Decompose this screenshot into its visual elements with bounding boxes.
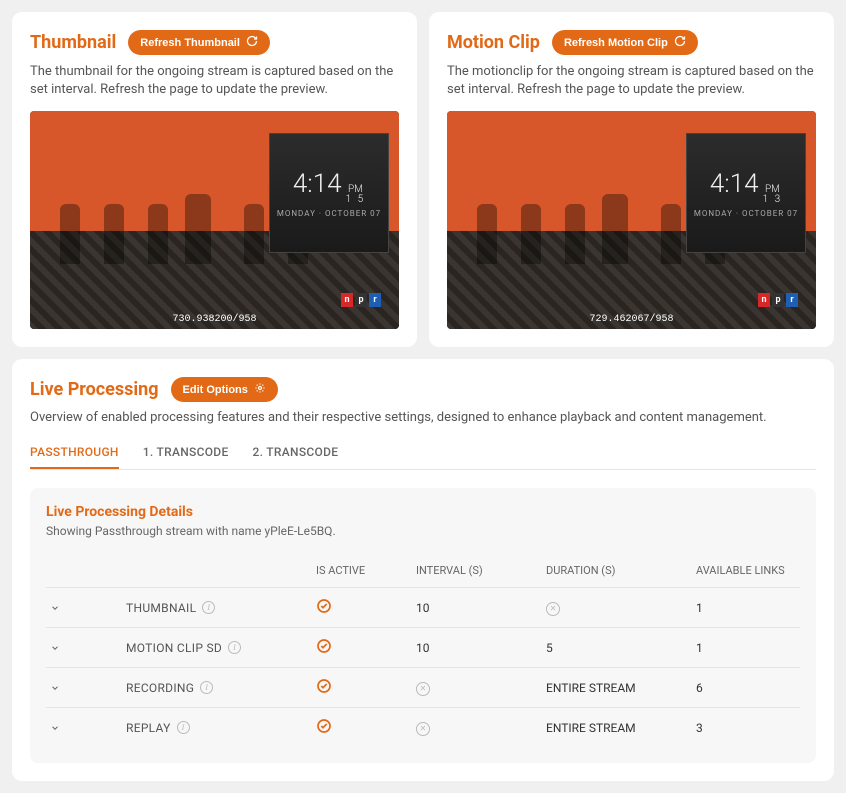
check-icon — [316, 598, 416, 617]
row-name: REPLAY i — [126, 721, 316, 735]
info-icon[interactable]: i — [228, 641, 241, 654]
live-processing-desc: Overview of enabled processing features … — [30, 410, 816, 425]
tab-transcode-2[interactable]: 2. TRANSCODE — [253, 437, 339, 469]
x-icon: ✕ — [416, 722, 430, 736]
motion-clip-card: Motion Clip Refresh Motion Clip The moti… — [429, 12, 834, 347]
check-icon — [316, 678, 416, 697]
chevron-down-icon[interactable] — [46, 639, 64, 657]
thumbnail-title: Thumbnail — [30, 32, 116, 53]
thumbnail-preview: 4:14 PM1 5 Monday · October 07 npr 730.9… — [30, 111, 399, 329]
cell-interval: ✕ — [416, 680, 546, 696]
settings-icon — [254, 382, 266, 397]
x-icon: ✕ — [416, 682, 430, 696]
live-processing-title: Live Processing — [30, 379, 159, 400]
x-icon: ✕ — [546, 602, 560, 616]
info-icon[interactable]: i — [177, 721, 190, 734]
col-links: AVAILABLE LINKS — [696, 564, 800, 577]
edit-options-button[interactable]: Edit Options — [171, 377, 278, 402]
motion-preview: 4:14 PM1 3 Monday · October 07 npr 729.4… — [447, 111, 816, 329]
live-tabs: PASSTHROUGH 1. TRANSCODE 2. TRANSCODE — [30, 437, 816, 470]
table-row: MOTION CLIP SD i 1051 — [46, 627, 800, 667]
motion-desc: The motionclip for the ongoing stream is… — [447, 63, 816, 99]
cell-links: 6 — [696, 681, 800, 695]
live-processing-table: IS ACTIVE INTERVAL (S) DURATION (S) AVAI… — [46, 554, 800, 747]
col-interval: INTERVAL (S) — [416, 564, 546, 577]
chevron-down-icon[interactable] — [46, 679, 64, 697]
tab-transcode-1[interactable]: 1. TRANSCODE — [143, 437, 229, 469]
cell-interval: 10 — [416, 641, 546, 655]
thumbnail-desc: The thumbnail for the ongoing stream is … — [30, 63, 399, 99]
table-row: REPLAY i ✕ ENTIRE STREAM3 — [46, 707, 800, 747]
cell-duration: ENTIRE STREAM — [546, 681, 696, 695]
table-row: RECORDING i ✕ ENTIRE STREAM6 — [46, 667, 800, 707]
row-name: RECORDING i — [126, 681, 316, 695]
chevron-down-icon[interactable] — [46, 599, 64, 617]
clock-overlay: 4:14 PM1 3 Monday · October 07 — [686, 133, 806, 253]
cell-duration: 5 — [546, 641, 696, 655]
thumbnail-card: Thumbnail Refresh Thumbnail The thumbnai… — [12, 12, 417, 347]
motion-title: Motion Clip — [447, 32, 540, 53]
cell-duration: ✕ — [546, 600, 696, 616]
cell-links: 1 — [696, 601, 800, 615]
col-duration: DURATION (S) — [546, 564, 696, 577]
live-details-panel: Live Processing Details Showing Passthro… — [30, 488, 816, 763]
refresh-motion-button[interactable]: Refresh Motion Clip — [552, 30, 698, 55]
chevron-down-icon[interactable] — [46, 719, 64, 737]
cell-links: 1 — [696, 641, 800, 655]
refresh-icon — [674, 35, 686, 50]
cell-links: 3 — [696, 721, 800, 735]
cell-interval: ✕ — [416, 720, 546, 736]
row-name: MOTION CLIP SD i — [126, 641, 316, 655]
clock-overlay: 4:14 PM1 5 Monday · October 07 — [269, 133, 389, 253]
check-icon — [316, 718, 416, 737]
refresh-thumbnail-button[interactable]: Refresh Thumbnail — [128, 30, 270, 55]
thumbnail-meta: 730.938200/958 — [30, 309, 399, 329]
npr-logo: npr — [341, 293, 381, 307]
details-title: Live Processing Details — [46, 504, 800, 520]
refresh-icon — [246, 35, 258, 50]
cell-interval: 10 — [416, 601, 546, 615]
info-icon[interactable]: i — [200, 681, 213, 694]
row-name: THUMBNAIL i — [126, 601, 316, 615]
live-processing-card: Live Processing Edit Options Overview of… — [12, 359, 834, 781]
info-icon[interactable]: i — [202, 601, 215, 614]
motion-meta: 729.462067/958 — [447, 309, 816, 329]
cell-duration: ENTIRE STREAM — [546, 721, 696, 735]
table-row: THUMBNAIL i 10✕ 1 — [46, 587, 800, 627]
check-icon — [316, 638, 416, 657]
col-is-active: IS ACTIVE — [316, 564, 416, 577]
npr-logo: npr — [758, 293, 798, 307]
tab-passthrough[interactable]: PASSTHROUGH — [30, 437, 119, 469]
details-subtitle: Showing Passthrough stream with name yPl… — [46, 524, 800, 538]
